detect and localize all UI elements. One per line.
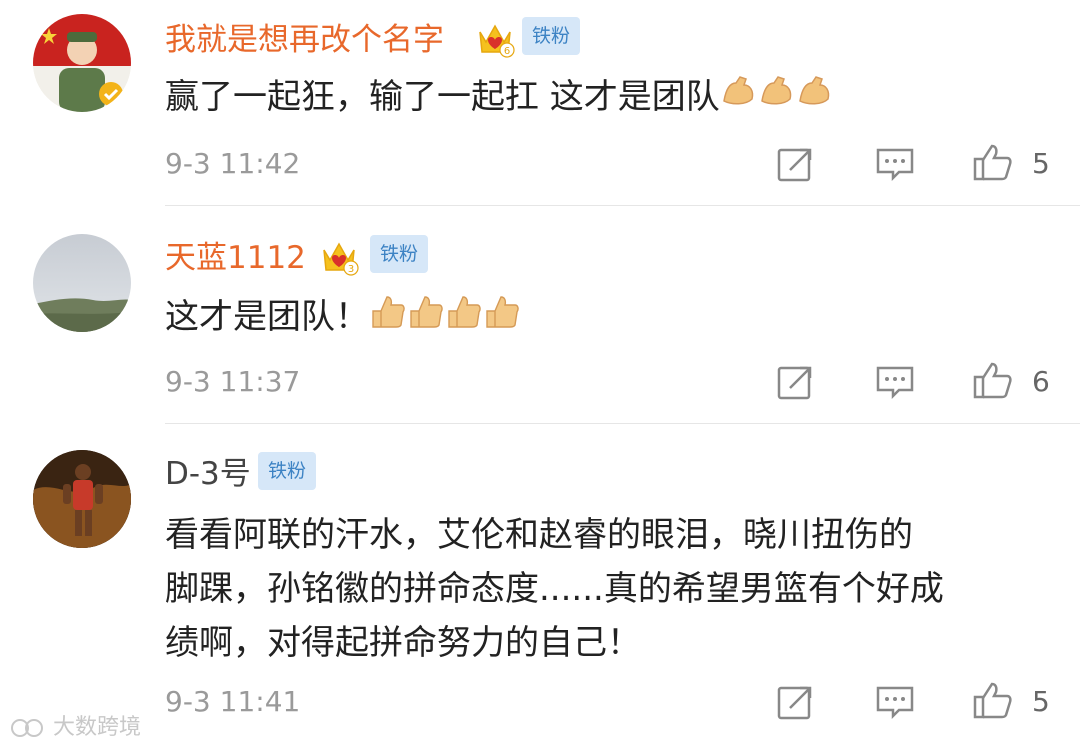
fan-badge: 铁粉 [370, 235, 429, 273]
avatar-image [33, 234, 131, 332]
avatar[interactable] [33, 234, 131, 332]
level-number: 6 [504, 46, 510, 57]
like-count: 6 [1032, 365, 1050, 398]
username[interactable]: 天蓝1112 [165, 238, 306, 278]
avatar[interactable] [33, 450, 131, 548]
crown-level-icon: 3 [318, 236, 360, 276]
watermark-text: 大数跨境 [53, 715, 142, 740]
watermark-logo-icon [11, 719, 43, 737]
watermark: 大数跨境 [10, 714, 141, 742]
timestamp: 9-3 11:37 [165, 365, 301, 398]
share-icon[interactable] [776, 682, 816, 722]
comment-text-content: 这才是团队！ [165, 297, 369, 337]
fan-badge: 铁粉 [258, 452, 317, 490]
comment-text-line: 绩啊，对得起拼命努力的自己！ [165, 623, 641, 663]
comment-text-content: 赢了一起狂，输了一起扛 这才是团队 [165, 77, 720, 117]
timestamp: 9-3 11:41 [165, 685, 301, 718]
comment-item: 我就是想再改个名字 6 铁粉 赢了一起狂，输了一起扛 这才是团队 9-3 11:… [0, 0, 1080, 206]
comment-item: 天蓝1112 3 铁粉 这才是团队！ 9-3 11:37 6 [0, 206, 1080, 424]
comment-icon[interactable] [875, 682, 915, 722]
comment-text-line: 脚踝，孙铭徽的拼命态度......真的希望男篮有个好成 [165, 569, 944, 609]
comment-text: 赢了一起狂，输了一起扛 这才是团队 [165, 70, 1040, 127]
username[interactable]: 我就是想再改个名字 [165, 20, 444, 60]
like-icon[interactable] [972, 360, 1012, 400]
like-count: 5 [1032, 147, 1050, 180]
flexed-biceps-icon [720, 71, 834, 127]
thumbs-up-icon [369, 291, 525, 347]
timestamp: 9-3 11:42 [165, 147, 301, 180]
level-number: 3 [348, 264, 354, 275]
comment-text-line: 看看阿联的汗水，艾伦和赵睿的眼泪，晓川扭伤的 [165, 515, 913, 555]
fan-badge: 铁粉 [522, 17, 581, 55]
crown-level-icon: 6 [474, 18, 516, 58]
comment-text: 这才是团队！ [165, 290, 1040, 347]
username[interactable]: D-3号 [165, 454, 251, 494]
like-count: 5 [1032, 685, 1050, 718]
like-icon[interactable] [972, 680, 1012, 720]
avatar[interactable] [33, 14, 131, 112]
comment-icon[interactable] [875, 362, 915, 402]
avatar-image [33, 450, 131, 548]
comment-item: D-3号 铁粉 看看阿联的汗水，艾伦和赵睿的眼泪，晓川扭伤的 脚踝，孙铭徽的拼命… [0, 424, 1080, 749]
share-icon[interactable] [776, 362, 816, 402]
avatar-image [33, 14, 131, 112]
share-icon[interactable] [776, 144, 816, 184]
comment-icon[interactable] [875, 144, 915, 184]
like-icon[interactable] [972, 142, 1012, 182]
comment-text: 看看阿联的汗水，艾伦和赵睿的眼泪，晓川扭伤的 脚踝，孙铭徽的拼命态度......… [165, 508, 1040, 670]
